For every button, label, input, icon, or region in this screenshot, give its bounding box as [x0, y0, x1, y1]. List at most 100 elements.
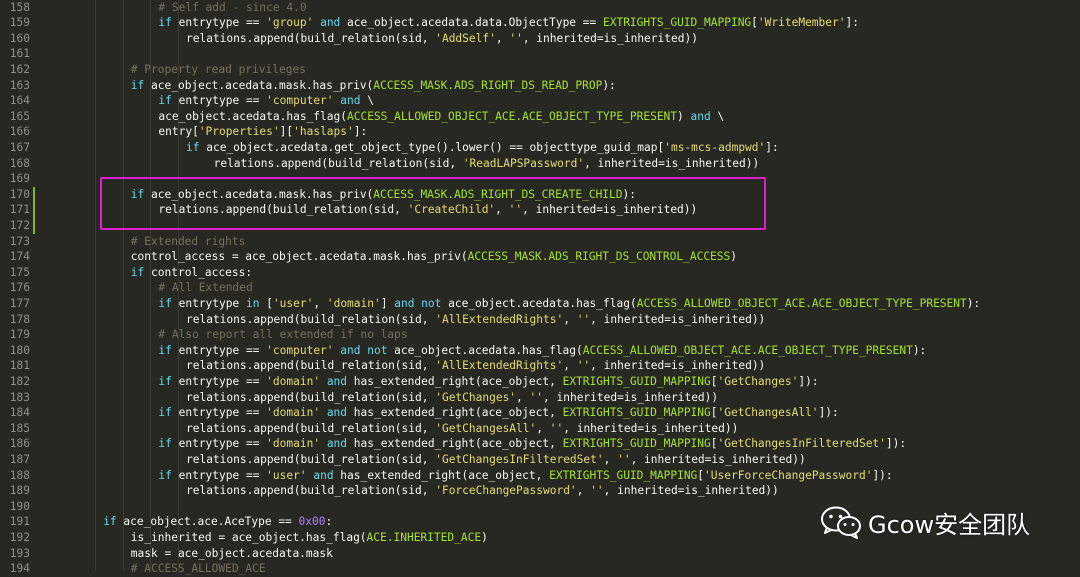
code-token: 'WriteMember' — [757, 16, 846, 30]
code-line[interactable]: 166 entry['Properties']['haslaps']: — [0, 124, 1080, 140]
code-token: is_inherited = ace_object.has_flag( — [130, 530, 367, 544]
code-token: relations.append(build_relation(sid, — [186, 359, 436, 373]
line-number: 192 — [9, 530, 30, 544]
code-token: EXTRIGHTS_GUID_MAPPING — [549, 468, 698, 482]
code-token: ]: — [845, 16, 859, 30]
code-token: ]): — [798, 374, 819, 388]
code-line[interactable]: 160 relations.append(build_relation(sid, … — [0, 31, 1080, 47]
code-token: # ACCESS_ALLOWED_ACE — [130, 562, 266, 576]
line-number: 190 — [9, 499, 30, 513]
code-line[interactable]: 186 if entrytype == 'domain' and has_exte… — [0, 436, 1080, 452]
code-token: # Also report all extended if no laps — [158, 328, 408, 342]
code-line[interactable]: 184 if entrytype == 'domain' and has_exte… — [0, 405, 1080, 421]
code-token: entrytype == — [171, 343, 267, 357]
watermark: Gcow安全团队 — [820, 502, 1030, 542]
code-token: # Property read privileges — [130, 62, 306, 76]
code-token: ACCESS_MASK.ADS_RIGHT_DS_READ_PROP — [373, 78, 603, 92]
code-token: ]): — [872, 468, 893, 482]
code-token: ]): — [885, 437, 907, 451]
code-token: ): — [912, 343, 927, 357]
code-line[interactable]: 189 relations.append(build_relation(sid, … — [0, 483, 1080, 499]
code-line[interactable]: 182 if entrytype == 'domain' and has_exte… — [0, 374, 1080, 390]
code-token: 'GetChangesAll' — [435, 421, 537, 435]
code-token: and not — [340, 343, 388, 357]
code-token: entrytype == — [171, 406, 267, 420]
code-line[interactable]: 164 if entrytype == 'computer' and \ — [0, 93, 1080, 109]
code-line[interactable]: 179 # Also report all extended if no laps — [0, 327, 1080, 343]
code-token: 'GetChanges' — [717, 374, 799, 388]
code-line[interactable]: 159 if entrytype == 'group' and ace_objec… — [0, 15, 1080, 31]
code-token: ace_object.acedata.mask.has_priv( — [144, 78, 374, 92]
code-line[interactable]: 177 if entrytype in ['user', 'domain'] an… — [0, 296, 1080, 312]
code-text: # Property read privileges — [131, 62, 306, 78]
code-line[interactable]: 180 if entrytype == 'computer' and not ac… — [0, 343, 1080, 359]
line-number: 189 — [9, 484, 30, 498]
code-line[interactable]: 176 # All Extended — [0, 280, 1080, 296]
line-number: 167 — [9, 140, 30, 154]
code-text: if entrytype == 'computer' and \ — [158, 93, 374, 109]
code-editor[interactable]: 158 # Self add - since 4.0 159 if entrytype… — [0, 0, 1080, 575]
code-text: entry['Properties']['haslaps']: — [158, 124, 367, 140]
code-token: 'ForceChangePassword' — [435, 484, 577, 498]
code-token: , — [516, 390, 530, 404]
code-token: ACCESS_ALLOWED_OBJECT_ACE.ACE_OBJECT_TYP… — [346, 109, 678, 123]
code-token: # Self add - since 4.0 — [158, 0, 307, 14]
code-token: , — [495, 31, 510, 45]
code-token: 0x00 — [298, 515, 326, 529]
code-token: 'GetChanges' — [435, 390, 517, 404]
code-text: if entrytype == 'computer' and not ace_o… — [158, 343, 926, 359]
code-line[interactable]: 167 if ace_object.acedata.get_object_type… — [0, 140, 1080, 156]
code-line[interactable]: 161 — [0, 46, 1080, 62]
code-line[interactable]: 183 relations.append(build_relation(sid, … — [0, 390, 1080, 406]
code-token: ]: — [353, 125, 368, 139]
code-line[interactable]: 187 relations.append(build_relation(sid, … — [0, 452, 1080, 468]
code-token: has_extended_right(ace_object, — [347, 437, 563, 451]
code-token: ACCESS_ALLOWED_OBJECT_ACE.ACE_OBJECT_TYP… — [582, 343, 913, 357]
code-token: entrytype == — [171, 374, 267, 388]
code-token: ) — [677, 109, 691, 123]
code-token: and — [320, 16, 341, 30]
code-line[interactable]: 194 # ACCESS_ALLOWED_ACE — [0, 561, 1080, 577]
code-token: , inherited=is_inherited)) — [603, 484, 779, 498]
code-line[interactable]: 181 relations.append(build_relation(sid, … — [0, 358, 1080, 374]
code-line[interactable]: 163 if ace_object.acedata.mask.has_priv(A… — [0, 78, 1080, 94]
code-token: , inherited=is_inherited)) — [630, 452, 806, 466]
code-token: , inherited=is_inherited)) — [543, 390, 719, 404]
code-text: # Extended rights — [131, 234, 246, 250]
code-line[interactable]: 162 # Property read privileges — [0, 62, 1080, 78]
code-text: relations.append(build_relation(sid, 'Ad… — [186, 31, 698, 47]
code-token: [ — [710, 437, 718, 451]
line-number: 158 — [9, 0, 30, 14]
code-token: 'domain' — [266, 437, 321, 451]
line-number: 160 — [9, 31, 30, 45]
code-line[interactable]: 175 if control_access: — [0, 265, 1080, 281]
line-number: 162 — [9, 62, 30, 76]
code-token: and not — [394, 296, 442, 310]
code-line[interactable]: 193 mask = ace_object.acedata.mask — [0, 546, 1080, 562]
code-line[interactable]: 174 control_access = ace_object.acedata.m… — [0, 249, 1080, 265]
code-line[interactable]: 158 # Self add - since 4.0 — [0, 0, 1080, 15]
code-token: ) — [481, 530, 488, 544]
line-number: 183 — [9, 390, 30, 404]
code-token: if — [130, 265, 145, 279]
line-number: 164 — [9, 94, 30, 108]
code-token: : — [325, 515, 333, 529]
code-line[interactable]: 165 ace_object.acedata.has_flag(ACCESS_AL… — [0, 109, 1080, 125]
code-text: if ace_object.acedata.get_object_type().… — [186, 140, 779, 156]
code-text: # Also report all extended if no laps — [158, 327, 407, 343]
code-token: ACE.INHERITED_ACE — [366, 530, 482, 544]
code-line[interactable]: 178 relations.append(build_relation(sid, … — [0, 312, 1080, 328]
code-line[interactable]: 188 if entrytype == 'user' and has_extend… — [0, 468, 1080, 484]
code-text: if entrytype == 'group' and ace_object.a… — [158, 15, 859, 31]
code-token: mask = ace_object.acedata.mask — [130, 546, 333, 560]
code-token: \ — [710, 109, 725, 123]
code-token: if — [158, 16, 172, 30]
code-line[interactable]: 185 relations.append(build_relation(sid, … — [0, 421, 1080, 437]
code-token: entrytype == — [171, 94, 267, 108]
code-line[interactable]: 168 relations.append(build_relation(sid, … — [0, 156, 1080, 172]
line-number: 166 — [9, 125, 30, 139]
code-token: ace_object.acedata.has_flag( — [387, 343, 583, 357]
code-token: '' — [529, 390, 544, 404]
code-line[interactable]: 173 # Extended rights — [0, 234, 1080, 250]
